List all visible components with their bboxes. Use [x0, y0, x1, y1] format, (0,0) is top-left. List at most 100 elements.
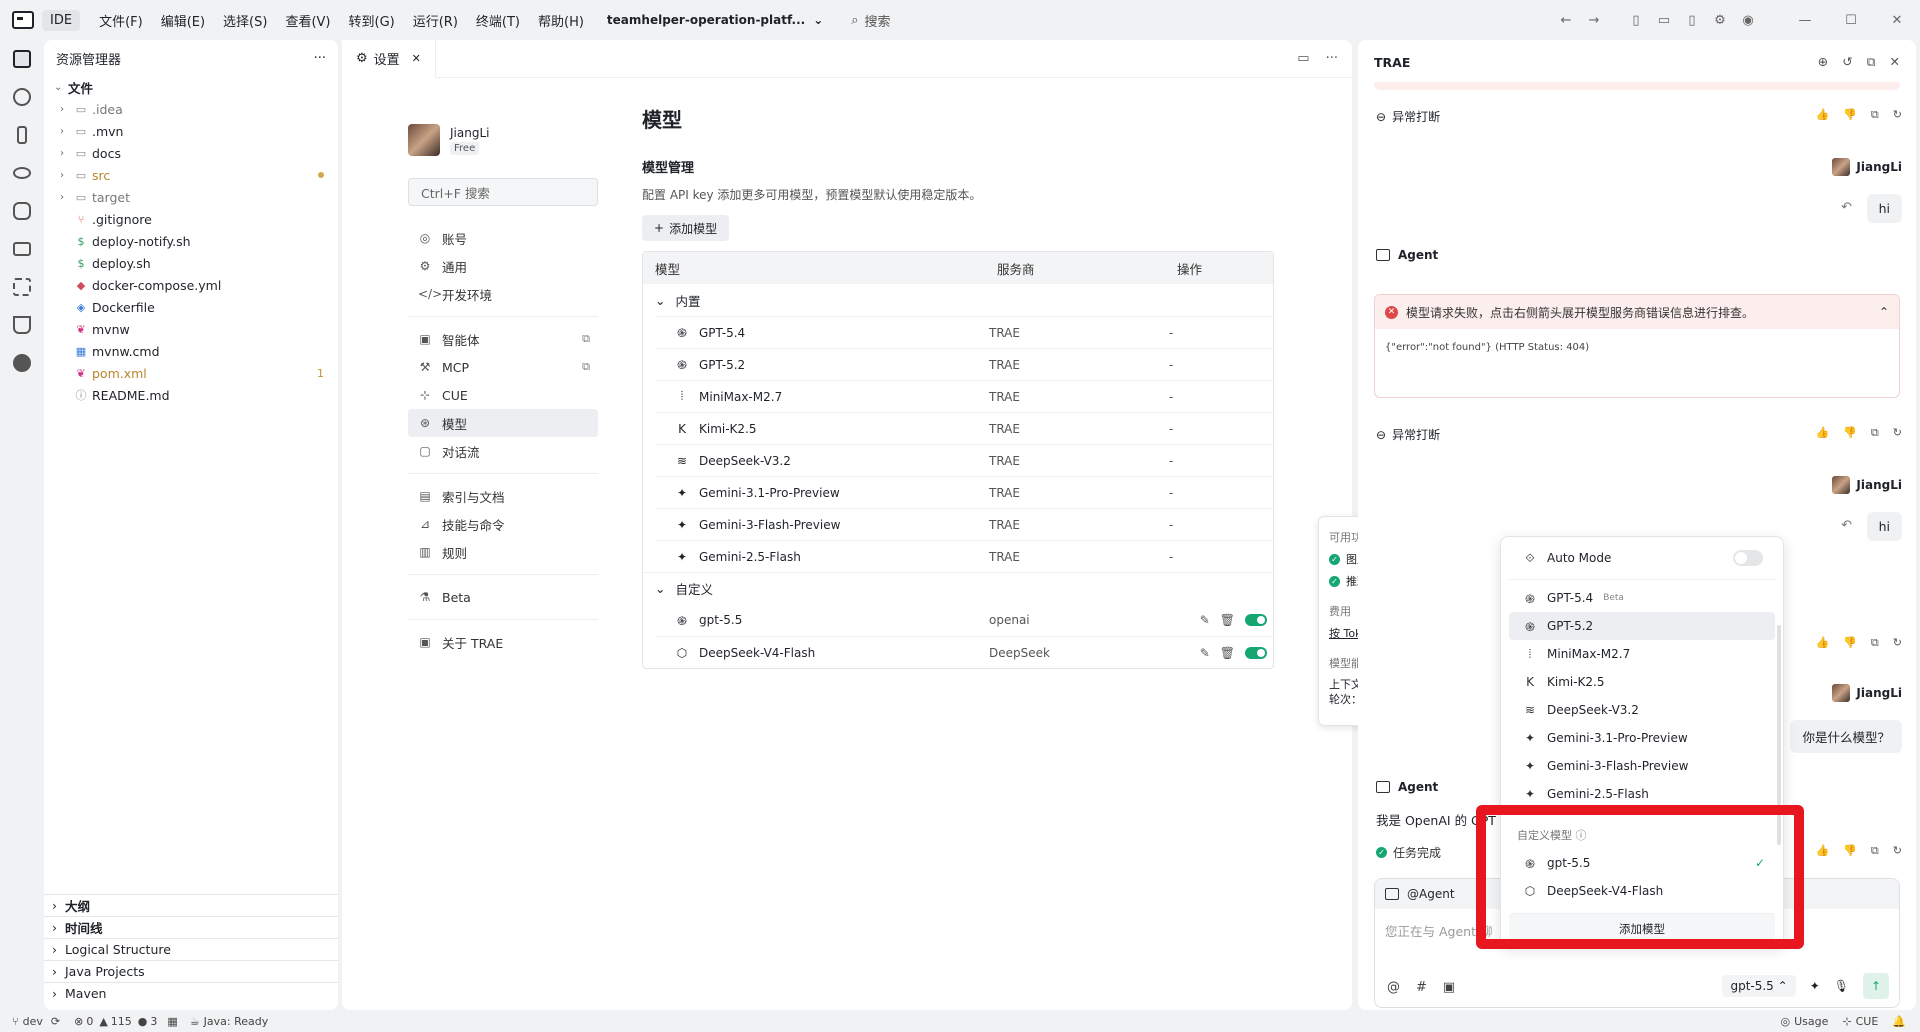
- retry-icon[interactable]: ↻: [1893, 426, 1902, 440]
- thumbs-up-icon[interactable]: 👍: [1816, 108, 1830, 122]
- tree-file-mvnw[interactable]: ❦ mvnw: [44, 318, 338, 340]
- open-external-icon[interactable]: ⧉: [582, 332, 590, 346]
- minimize-icon[interactable]: —: [1782, 13, 1828, 28]
- edit-icon[interactable]: ✎: [1200, 646, 1210, 660]
- back-arrow-icon[interactable]: ←: [1552, 13, 1580, 28]
- pop-out-icon[interactable]: ⧉: [1867, 54, 1876, 70]
- nav-about[interactable]: ▣ 关于 TRAE: [408, 628, 598, 656]
- dropdown-model-item[interactable]: ✦ Gemini-3.1-Pro-Preview: [1509, 724, 1775, 752]
- user-profile[interactable]: JiangLi Free: [408, 124, 598, 156]
- maximize-icon[interactable]: ☐: [1828, 13, 1874, 28]
- tree-file-docker-compose[interactable]: ◆ docker-compose.yml: [44, 274, 338, 296]
- sparkle-icon[interactable]: ✦: [1810, 979, 1820, 993]
- menu-run[interactable]: 运行(R): [404, 11, 467, 30]
- nav-skills[interactable]: ⊿ 技能与命令: [408, 510, 598, 538]
- keyboard-icon[interactable]: ▦: [167, 1015, 177, 1028]
- mic-icon[interactable]: 🎙: [1834, 979, 1849, 993]
- ide-badge[interactable]: IDE: [42, 9, 81, 31]
- copy-icon[interactable]: ⧉: [1871, 108, 1879, 122]
- copy-icon[interactable]: ⧉: [1871, 426, 1879, 440]
- sync-icon[interactable]: ⟳: [51, 1015, 60, 1028]
- toggle-bottom-panel-icon[interactable]: ▭: [1650, 13, 1678, 28]
- copy-icon[interactable]: ⧉: [1871, 844, 1879, 858]
- nav-account[interactable]: ◎ 账号: [408, 224, 598, 252]
- group-custom[interactable]: ⌄ 自定义: [643, 572, 1273, 604]
- menu-terminal[interactable]: 终端(T): [467, 11, 529, 30]
- tree-folder-mvn[interactable]: › ▭ .mvn: [44, 120, 338, 142]
- model-enabled-toggle[interactable]: [1245, 614, 1267, 626]
- extensions-icon[interactable]: [0, 268, 44, 306]
- send-button[interactable]: ↑: [1863, 973, 1889, 999]
- toggle-left-panel-icon[interactable]: ▯: [1622, 13, 1650, 28]
- image-icon[interactable]: ▣: [1443, 980, 1455, 995]
- menu-help[interactable]: 帮助(H): [529, 11, 593, 30]
- nav-rules[interactable]: ▥ 规则: [408, 538, 598, 566]
- dropdown-model-item[interactable]: ⦙ MiniMax-M2.7: [1509, 640, 1775, 668]
- dropdown-model-item[interactable]: ֍ GPT-5.4 Beta: [1509, 584, 1775, 612]
- tree-folder-idea[interactable]: › ▭ .idea: [44, 98, 338, 120]
- tree-file-pom[interactable]: ❦ pom.xml 1: [44, 362, 338, 384]
- tree-file-readme[interactable]: ⓘ README.md: [44, 384, 338, 406]
- auto-mode-row[interactable]: ⟐ Auto Mode: [1509, 541, 1775, 575]
- open-external-icon[interactable]: ⧉: [582, 360, 590, 374]
- menu-edit[interactable]: 编辑(E): [152, 11, 214, 30]
- toggle-right-panel-icon[interactable]: ▯: [1678, 13, 1706, 28]
- tree-file-mvnw-cmd[interactable]: ▦ mvnw.cmd: [44, 340, 338, 362]
- new-chat-icon[interactable]: ⊕: [1818, 54, 1828, 70]
- dropdown-model-item[interactable]: ✦ Gemini-2.5-Flash: [1509, 780, 1775, 808]
- copy-icon[interactable]: ⧉: [1871, 636, 1879, 650]
- close-tab-icon[interactable]: ✕: [412, 52, 421, 65]
- tree-file-dockerfile[interactable]: ◈ Dockerfile: [44, 296, 338, 318]
- hash-icon[interactable]: #: [1416, 980, 1427, 995]
- tree-folder-src[interactable]: › ▭ src: [44, 164, 338, 186]
- source-control-icon[interactable]: [0, 116, 44, 154]
- info-count[interactable]: 3: [150, 1015, 157, 1028]
- nav-dialog-flow[interactable]: ▢ 对话流: [408, 437, 598, 465]
- tab-settings[interactable]: ⚙ 设置 ✕: [342, 39, 436, 78]
- model-enabled-toggle[interactable]: [1245, 646, 1267, 659]
- dropdown-model-item[interactable]: ✦ Gemini-3-Flash-Preview: [1509, 752, 1775, 780]
- nav-agents[interactable]: ▣ 智能体 ⧉: [408, 325, 598, 353]
- thumbs-down-icon[interactable]: 👎: [1843, 108, 1857, 122]
- undo-icon[interactable]: ↶: [1841, 200, 1852, 215]
- section-timeline[interactable]: › 时间线: [44, 916, 338, 938]
- dropdown-model-item[interactable]: ֍ GPT-5.2: [1509, 612, 1775, 640]
- nav-general[interactable]: ⚙ 通用: [408, 252, 598, 280]
- project-selector[interactable]: teamhelper-operation-platf... ⌄: [607, 13, 823, 27]
- retry-icon[interactable]: ↻: [1893, 636, 1902, 650]
- thumbs-up-icon[interactable]: 👍: [1816, 636, 1830, 650]
- thumbs-down-icon[interactable]: 👎: [1843, 844, 1857, 858]
- tree-folder-docs[interactable]: › ▭ docs: [44, 142, 338, 164]
- tree-file-gitignore[interactable]: ⑂ .gitignore: [44, 208, 338, 230]
- close-window-icon[interactable]: ✕: [1874, 13, 1920, 28]
- usage-link[interactable]: Usage: [1794, 1015, 1828, 1028]
- dropdown-model-item[interactable]: K Kimi-K2.5: [1509, 668, 1775, 696]
- thumbs-up-icon[interactable]: 👍: [1816, 844, 1830, 858]
- section-logical-structure[interactable]: › Logical Structure: [44, 938, 338, 960]
- thumbs-up-icon[interactable]: 👍: [1816, 426, 1830, 440]
- settings-gear-icon[interactable]: ⚙: [1706, 13, 1734, 28]
- thumbs-down-icon[interactable]: 👎: [1843, 426, 1857, 440]
- tree-file-deploy[interactable]: $ deploy.sh: [44, 252, 338, 274]
- nav-cue[interactable]: ⊹ CUE: [408, 381, 598, 409]
- dropdown-model-item[interactable]: ≋ DeepSeek-V3.2: [1509, 696, 1775, 724]
- add-model-button[interactable]: + 添加模型: [642, 215, 730, 241]
- section-java-projects[interactable]: › Java Projects: [44, 960, 338, 982]
- edit-icon[interactable]: ✎: [1200, 613, 1210, 627]
- notifications-bell-icon[interactable]: 🔔: [1892, 1015, 1906, 1028]
- tree-file-deploy-notify[interactable]: $ deploy-notify.sh: [44, 230, 338, 252]
- cue-status[interactable]: CUE: [1856, 1015, 1879, 1028]
- menu-go[interactable]: 转到(G): [340, 11, 404, 30]
- preview-eye-icon[interactable]: [0, 154, 44, 192]
- close-panel-icon[interactable]: ✕: [1890, 54, 1900, 70]
- chevron-up-icon[interactable]: ⌃: [1879, 305, 1889, 319]
- section-maven[interactable]: › Maven: [44, 982, 338, 1004]
- retry-icon[interactable]: ↻: [1893, 108, 1902, 122]
- mention-icon[interactable]: @: [1387, 980, 1400, 995]
- forward-arrow-icon[interactable]: →: [1580, 13, 1608, 28]
- search-files-icon[interactable]: [0, 78, 44, 116]
- undo-icon[interactable]: ↶: [1841, 518, 1852, 533]
- warning-count[interactable]: 115: [111, 1015, 132, 1028]
- settings-search-input[interactable]: Ctrl+F 搜索: [408, 178, 598, 206]
- tree-folder-target[interactable]: › ▭ target: [44, 186, 338, 208]
